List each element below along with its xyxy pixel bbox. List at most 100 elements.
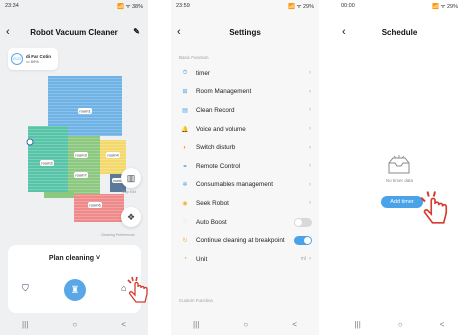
settings-item-icon: ◌ [183,219,187,226]
status-time: 23:59 [176,3,190,9]
recents-button[interactable]: ||| [22,320,28,329]
map-edit-label: Map Edit [122,190,136,194]
chevron-right-icon: › [309,144,311,151]
settings-item-icon: 🔔 [181,126,189,133]
status-bar: 23:34 📶 ᯤ 38% [0,0,148,12]
edit-icon[interactable]: ✎ [133,24,140,40]
home-button[interactable]: ○ [72,320,77,329]
room-tag-3: room3 [75,153,87,158]
settings-item-label: timer [196,69,210,77]
back-icon[interactable]: ‹ [342,24,346,40]
cleaning-preferences-button[interactable]: ❖ [121,207,141,227]
system-nav-bar: ||| ○ < [171,313,319,335]
shield-icon[interactable]: ⛉ [22,283,29,294]
settings-item-label: Clean Record [196,106,235,114]
settings-item[interactable]: ✲ Consumables management › [171,176,319,195]
settings-item-label: Room Management [196,88,252,96]
settings-screen: 23:59 📶 ᯤ 29% ‹ Settings Basic Function … [171,0,319,335]
dock-icon [26,138,34,146]
settings-item-icon: ✲ [182,182,188,189]
settings-item[interactable]: ⊞ Room Management › [171,83,319,102]
settings-item-label: Continue cleaning at breakpoint [196,237,285,245]
settings-item-label: Switch disturb [196,144,236,152]
cleaning-preferences-label: Cleaning Preferences [101,233,135,237]
chevron-right-icon: › [309,181,311,188]
room-area-7 [44,192,74,198]
room-tag-7: room7 [75,173,87,178]
settings-item-icon: ◔ [183,256,187,263]
home-button[interactable]: ○ [398,320,403,329]
app-header: ‹ Schedule [336,24,463,40]
settings-item-label: Auto Boost [196,218,227,226]
settings-item-label: Unit [196,255,208,263]
chevron-right-icon: › [309,70,311,77]
settings-item-label: Remote Control [196,162,241,170]
app-header: ‹ Robot Vacuum Cleaner ✎ [0,24,148,40]
page-title: Schedule [381,27,418,37]
app-header: ‹ Settings [171,24,319,40]
add-timer-button[interactable]: Add timer [381,196,423,208]
back-icon[interactable]: ‹ [177,24,181,40]
settings-item-icon: ▤ [182,107,188,114]
status-time: 00:00 [341,3,355,9]
settings-item-icon: ⏱ [182,69,188,76]
robot-vacuum-screen: 23:34 📶 ᯤ 38% ‹ Robot Vacuum Cleaner ✎ E… [0,0,148,335]
auto-boost-toggle[interactable] [294,217,312,227]
broom-icon: ♜ [70,284,80,296]
chevron-right-icon: › [309,200,311,207]
plan-cleaning-dropdown[interactable]: Plan cleaning ˅ [8,255,141,262]
settings-item[interactable]: ▤ Clean Record › [171,101,319,120]
settings-item-icon: ⊞ [182,89,188,96]
nav-back-button[interactable]: < [440,320,445,329]
settings-item-label: Voice and volume [196,125,246,133]
status-bar: 00:00 📶 ᯤ 29% [336,0,463,12]
nav-back-button[interactable]: < [292,320,297,329]
settings-item-value: ml [300,256,306,263]
schedule-screen: 00:00 📶 ᯤ 29% ‹ Schedule No timer data A… [336,0,463,335]
settings-list: ⏱ timer › ⊞ Room Management › ▤ Clean Record › 🔔 V… [171,64,319,269]
page-title: Settings [229,27,261,37]
settings-item[interactable]: ↻ Continue cleaning at breakpoint [171,231,319,250]
section-header-basic: Basic Function [179,55,209,60]
chevron-right-icon: › [309,107,311,114]
battery-level: ▭ 69% [26,59,39,64]
floor-map[interactable]: room1 room2 room3 room4 room5 room6 room… [26,74,138,234]
map-icon: ▥ [126,172,136,183]
settings-item-icon: ⚭ [182,163,188,170]
room-tag-1: room1 [79,109,91,114]
status-icons: 📶 ᯤ 29% [288,4,314,10]
nav-back-button[interactable]: < [121,320,126,329]
settings-item[interactable]: ◌ Auto Boost [171,213,319,232]
section-header-custom: Custom Function [179,298,214,303]
settings-item[interactable]: 🔔 Voice and volume › [171,120,319,139]
status-icons: 📶 ᯤ 38% [117,4,143,10]
status-time: 23:34 [5,3,19,9]
settings-item[interactable]: ◐ Switch disturb › [171,138,319,157]
settings-item[interactable]: ◉ Seek Robot › [171,194,319,213]
empty-box-icon [388,155,410,174]
chevron-right-icon: › [309,88,311,95]
preferences-icon: ❖ [126,211,136,222]
settings-item-icon: ◐ [183,144,187,151]
status-bar: 23:59 📶 ᯤ 29% [171,0,319,12]
continue-cleaning-toggle[interactable] [294,236,312,246]
settings-item-label: Seek Robot [196,199,229,207]
device-card[interactable]: ECO di Far Cotin ▭ 69% [8,48,58,70]
home-button[interactable]: ○ [243,320,248,329]
recents-button[interactable]: ||| [355,320,361,329]
system-nav-bar: ||| ○ < [0,313,148,335]
empty-state-text: No timer data [385,178,413,183]
map-edit-button[interactable]: ▥ [121,168,141,188]
page-title: Robot Vacuum Cleaner [30,27,118,37]
room-tag-6: room6 [89,203,101,208]
recents-button[interactable]: ||| [193,320,199,329]
back-icon[interactable]: ‹ [6,24,10,40]
chevron-right-icon: › [309,163,311,170]
settings-item-icon: ◉ [182,200,188,207]
settings-item[interactable]: ◔ Unit ml › [171,250,319,269]
room-tag-2: room2 [41,161,53,166]
device-mode-badge: ECO [11,53,23,65]
start-cleaning-button[interactable]: ♜ [64,279,86,301]
settings-item[interactable]: ⏱ timer › [171,64,319,83]
settings-item[interactable]: ⚭ Remote Control › [171,157,319,176]
